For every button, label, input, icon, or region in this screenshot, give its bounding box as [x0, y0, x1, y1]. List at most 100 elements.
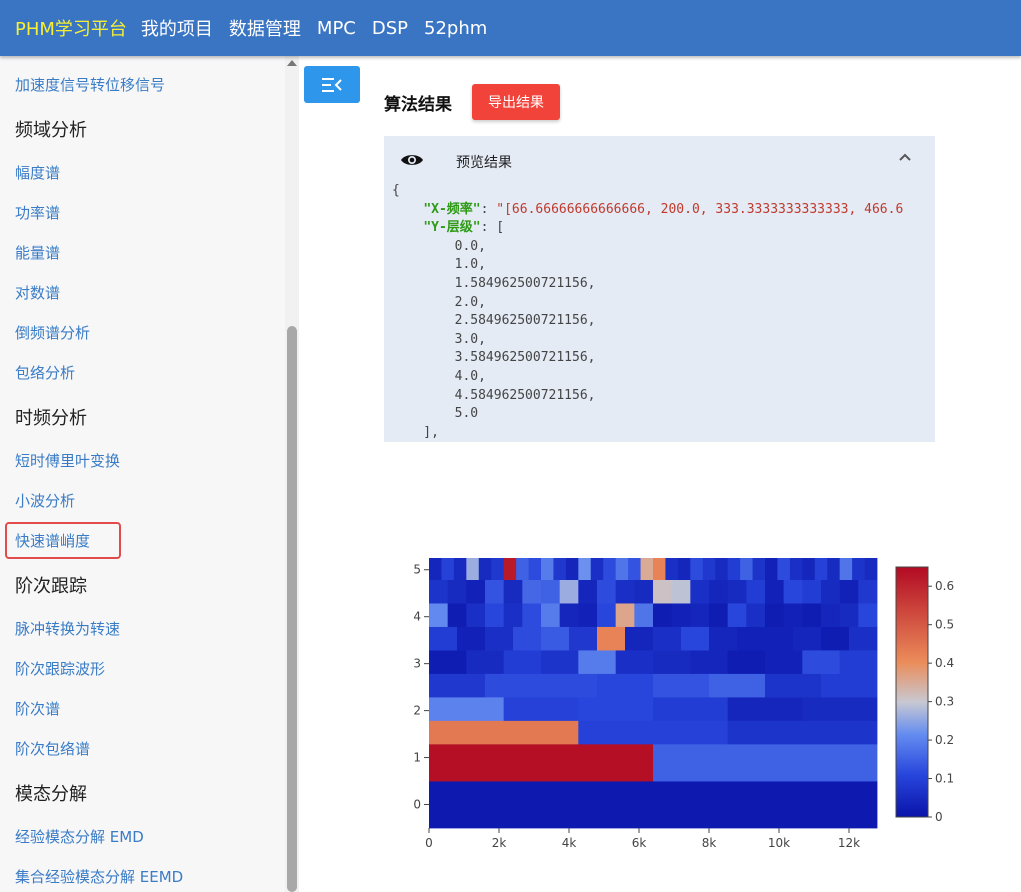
heatmap-cell — [821, 673, 878, 698]
nav-data-management[interactable]: 数据管理 — [229, 15, 301, 41]
x-tick-label: 2k — [492, 836, 507, 850]
heatmap-cell — [653, 579, 673, 604]
heatmap-cell — [634, 579, 654, 604]
sidebar-item[interactable]: 加速度信号转位移信号 — [15, 74, 165, 96]
heatmap-cell — [727, 720, 878, 745]
heatmap-cells — [429, 558, 878, 829]
heatmap-cell — [653, 696, 729, 721]
heatmap-cell — [858, 579, 878, 604]
heatmap-cell — [447, 579, 467, 604]
eye-icon[interactable] — [400, 152, 424, 168]
heatmap-cell — [839, 603, 859, 627]
sidebar-item[interactable]: 小波分析 — [15, 490, 75, 512]
sidebar-item[interactable]: 对数谱 — [15, 282, 60, 304]
heatmap-cell — [429, 696, 505, 721]
heatmap-cell — [503, 579, 523, 604]
sidebar-item[interactable]: 短时傅里叶变换 — [15, 450, 120, 472]
heatmap-cell — [802, 650, 841, 674]
nav-dsp[interactable]: DSP — [372, 18, 408, 39]
heatmap-cell — [447, 603, 467, 627]
sidebar-item[interactable]: 经验模态分解 EMD — [15, 826, 144, 848]
heatmap-cell — [513, 626, 542, 651]
sidebar-item[interactable]: 倒频谱分析 — [15, 322, 90, 344]
heatmap-cell — [727, 696, 803, 721]
heatmap-cell — [466, 558, 480, 580]
sidebar-item[interactable]: 幅度谱 — [15, 162, 60, 184]
heatmap-cell — [485, 579, 505, 604]
heatmap-cell — [858, 603, 878, 627]
sidebar-item[interactable]: 阶次跟踪波形 — [15, 658, 105, 680]
scrollbar-thumb[interactable] — [287, 326, 297, 892]
nav-mpc[interactable]: MPC — [317, 18, 356, 39]
heatmap-cell — [429, 558, 442, 580]
heatmap-cell — [765, 650, 803, 674]
heatmap-cell — [541, 579, 561, 604]
json-line: 3.584962500721156, — [392, 350, 596, 366]
heatmap-cell — [429, 626, 458, 651]
heatmap-cell — [615, 603, 635, 627]
heatmap-cell — [727, 579, 747, 604]
scroll-up-arrow-icon[interactable] — [287, 60, 297, 66]
heatmap-cell — [559, 579, 579, 604]
sidebar-scrollbar[interactable] — [285, 56, 299, 892]
json-line: 1.584962500721156, — [392, 275, 596, 291]
kurtogram-svg: 0 2k 4k 6k 8k 10k 12k 012345 00.10.20.30.40.50… — [413, 558, 954, 850]
chevron-up-icon[interactable] — [898, 152, 912, 162]
heatmap-cell — [578, 579, 598, 604]
heatmap-cell — [503, 558, 517, 580]
heatmap-cell — [453, 558, 467, 580]
sidebar-item[interactable]: 能量谱 — [15, 242, 60, 264]
heatmap-cell — [737, 626, 766, 651]
sidebar-item[interactable]: 阶次包络谱 — [15, 738, 90, 760]
heatmap-cell — [615, 650, 654, 674]
x-tick-label: 0 — [425, 836, 433, 850]
heatmap-cell — [565, 558, 579, 580]
heatmap-cell — [740, 558, 753, 580]
heatmap-cell — [522, 579, 542, 604]
heatmap-cell — [491, 558, 505, 580]
export-results-button[interactable]: 导出结果 — [472, 84, 560, 120]
sidebar-item[interactable]: 阶次谱 — [15, 698, 60, 720]
heatmap-cell — [457, 626, 486, 651]
heatmap-cell — [590, 558, 604, 580]
heatmap-cell — [653, 650, 691, 674]
heatmap-cell — [597, 579, 617, 604]
kurtogram-chart: 0 2k 4k 6k 8k 10k 12k 012345 0 0.1 0.2 0.3 0.4 0.5 0… — [384, 545, 984, 865]
sidebar-toggle-button[interactable] — [304, 66, 360, 103]
result-title: 算法结果 — [384, 95, 452, 115]
brand-title[interactable]: PHM学习平台 — [15, 15, 127, 41]
sidebar-item[interactable]: 快速谱峭度 — [15, 530, 90, 552]
heatmap-cell — [715, 558, 729, 580]
heatmap-cell — [429, 781, 878, 829]
heatmap-cell — [503, 603, 523, 627]
heatmap-cell — [746, 603, 766, 627]
sidebar-item[interactable]: 功率谱 — [15, 202, 60, 224]
heatmap-cell — [541, 603, 561, 627]
heatmap-cell — [671, 603, 691, 627]
sidebar-heading: 模态分解 — [15, 784, 87, 805]
nav-my-projects[interactable]: 我的项目 — [141, 15, 213, 41]
colorbar-tick-label: 0.6 — [935, 579, 954, 593]
sidebar-item[interactable]: 包络分析 — [15, 362, 75, 384]
colorbar-tick-label: 0.3 — [935, 695, 954, 709]
heatmap-cell — [681, 626, 710, 651]
heatmap-cell — [821, 579, 841, 604]
json-preview: { "X-频率": "[66.66666666666666, 200.0, 33… — [392, 182, 903, 442]
heatmap-cell — [849, 626, 878, 651]
heatmap-cell — [802, 696, 878, 721]
heatmap-cell — [466, 579, 486, 604]
sidebar-item[interactable]: 脉冲转换为转速 — [15, 618, 120, 640]
heatmap-cell — [578, 603, 598, 627]
sidebar-heading: 时频分析 — [15, 408, 87, 429]
sidebar-item[interactable]: 集合经验模态分解 EEMD — [15, 866, 183, 888]
heatmap-cell — [578, 558, 592, 580]
heatmap-cell — [727, 650, 766, 674]
x-tick-label: 10k — [768, 836, 790, 850]
heatmap-cell — [466, 603, 486, 627]
heatmap-cell — [727, 558, 741, 580]
nav-52phm[interactable]: 52phm — [424, 18, 487, 39]
heatmap-cell — [441, 558, 455, 580]
heatmap-cell — [690, 558, 704, 580]
heatmap-cell — [765, 558, 778, 580]
heatmap-cell — [702, 558, 716, 580]
